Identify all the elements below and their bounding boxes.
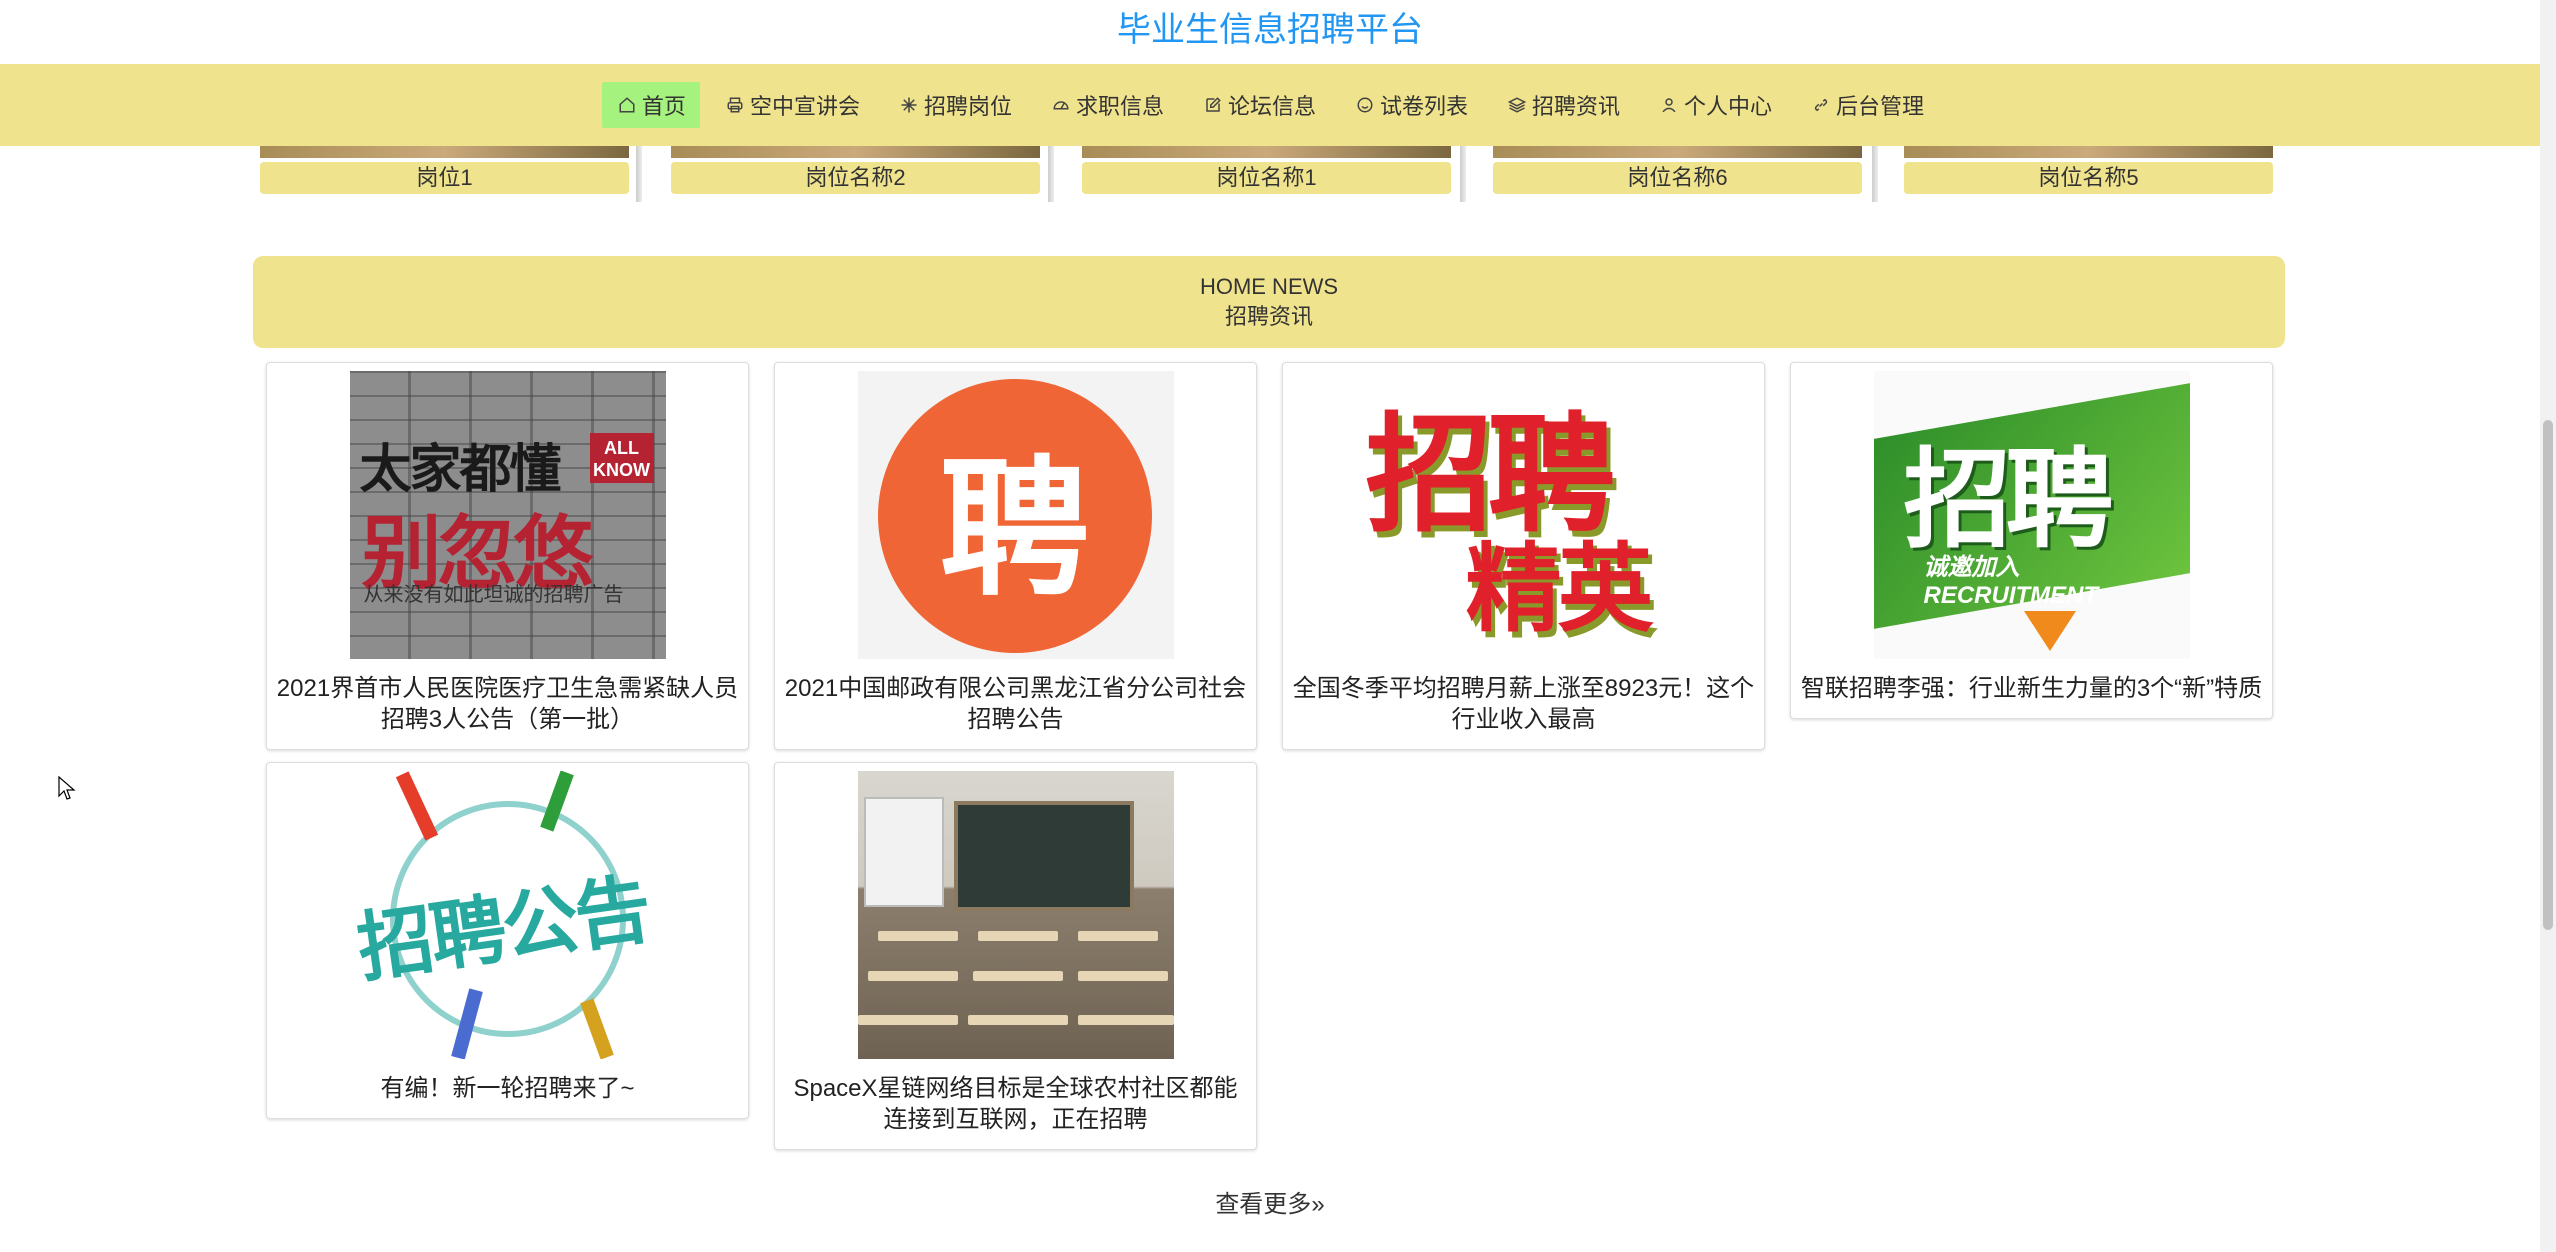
job-card[interactable]: 岗位名称6 <box>1493 146 1862 202</box>
view-more-label: 查看更多 <box>1215 1191 1312 1218</box>
news-card[interactable]: 太家都懂 ALL KNOW 别忽悠 从来没有如此坦诚的招聘广告 2021界首市人… <box>266 362 749 750</box>
site-title: 毕业生信息招聘平台 <box>1117 11 1423 49</box>
image-text: 精英 <box>1465 533 1654 645</box>
layers-icon <box>1506 94 1528 116</box>
news-title: 2021中国邮政有限公司黑龙江省分公司社会招聘公告 <box>784 675 1247 733</box>
image-text: 诚邀加入 RECRUITMENT <box>1923 554 2099 609</box>
job-thumbnail <box>1082 146 1451 158</box>
desk <box>867 971 958 981</box>
chalkboard <box>953 801 1134 911</box>
job-label: 岗位名称6 <box>1493 162 1862 194</box>
nav-item-jobs[interactable]: 招聘岗位 <box>884 82 1026 128</box>
home-icon <box>616 94 638 116</box>
news-grid: 太家都懂 ALL KNOW 别忽悠 从来没有如此坦诚的招聘广告 2021界首市人… <box>266 362 2276 1150</box>
image-text: ALL KNOW <box>589 433 654 483</box>
news-card[interactable]: SpaceX星链网络目标是全球农村社区都能连接到互联网，正在招聘 <box>774 762 1257 1150</box>
nav-item-air-talk[interactable]: 空中宣讲会 <box>710 82 874 128</box>
nav-item-news[interactable]: 招聘资讯 <box>1492 82 1634 128</box>
page-scrollbar[interactable] <box>2540 0 2556 1252</box>
view-more-link[interactable]: 查看更多» <box>0 1184 2540 1219</box>
mouse-cursor-icon <box>58 776 76 800</box>
scrollbar-thumb[interactable] <box>2543 420 2553 930</box>
gauge-icon <box>1050 94 1072 116</box>
job-card[interactable]: 岗位名称1 <box>1082 146 1451 202</box>
news-card[interactable]: 招聘 精英 全国冬季平均招聘月薪上涨至8923元！这个行业收入最高 <box>1282 362 1765 750</box>
news-image: 招聘公告 <box>349 771 666 1059</box>
snowflake-icon <box>898 94 920 116</box>
nav-item-home[interactable]: 首页 <box>601 82 700 128</box>
desk <box>967 1015 1068 1025</box>
smile-icon <box>1354 94 1376 116</box>
nav-item-admin[interactable]: 后台管理 <box>1796 82 1938 128</box>
nav-item-job-seeking[interactable]: 求职信息 <box>1036 82 1178 128</box>
carousel-divider <box>1048 146 1054 202</box>
job-thumbnail <box>671 146 1040 158</box>
nav-item-label: 空中宣讲会 <box>749 94 860 119</box>
job-label: 岗位1 <box>260 162 629 194</box>
image-triangle <box>2023 611 2076 651</box>
nav-item-forum[interactable]: 论坛信息 <box>1188 82 1330 128</box>
job-label: 岗位名称2 <box>671 162 1040 194</box>
news-image <box>857 771 1174 1059</box>
image-text: 招聘 <box>1903 438 2114 563</box>
news-title: 智联招聘李强：行业新生力量的3个“新”特质 <box>1800 675 2263 702</box>
nav-item-label: 首页 <box>641 94 686 119</box>
desk <box>977 931 1058 941</box>
news-card[interactable]: 招聘公告 有编！新一轮招聘来了~ <box>266 762 749 1119</box>
link-icon <box>1810 94 1832 116</box>
pencil <box>579 998 614 1059</box>
nav-item-label: 个人中心 <box>1684 94 1773 119</box>
news-card[interactable]: 聘 2021中国邮政有限公司黑龙江省分公司社会招聘公告 <box>774 362 1257 750</box>
user-icon <box>1658 94 1680 116</box>
job-card[interactable]: 岗位1 <box>260 146 629 202</box>
desk <box>1077 1015 1174 1025</box>
page: 毕业生信息招聘平台 岗位1 岗位名称2 岗位名称1 岗位名称6 岗位名称5 首页… <box>0 0 2556 1252</box>
job-thumbnail <box>1493 146 1862 158</box>
print-icon <box>724 94 746 116</box>
image-text: 聘 <box>877 379 1152 653</box>
desk <box>1077 931 1158 941</box>
news-title: SpaceX星链网络目标是全球农村社区都能连接到互联网，正在招聘 <box>793 1075 1238 1133</box>
nav-item-label: 试卷列表 <box>1380 94 1469 119</box>
desk <box>972 971 1063 981</box>
nav-item-label: 求职信息 <box>1075 94 1164 119</box>
news-image: 招聘 精英 <box>1365 371 1682 659</box>
image-text: 从来没有如此坦诚的招聘广告 <box>363 584 624 606</box>
double-chevron-right-icon: » <box>1311 1191 1325 1218</box>
job-thumbnail <box>260 146 629 158</box>
main-nav: 首页 空中宣讲会 招聘岗位 求职信息 论坛信息 试卷列表 招聘资讯 个人中心 后… <box>0 64 2540 146</box>
news-title: 有编！新一轮招聘来了~ <box>380 1075 635 1102</box>
news-card[interactable]: 招聘 诚邀加入 RECRUITMENT 智联招聘李强：行业新生力量的3个“新”特… <box>1790 362 2273 719</box>
news-section-header: HOME NEWS 招聘资讯 <box>253 256 2285 348</box>
news-image: 聘 <box>857 371 1174 659</box>
job-label: 岗位名称1 <box>1082 162 1451 194</box>
news-image: 太家都懂 ALL KNOW 别忽悠 从来没有如此坦诚的招聘广告 <box>349 371 666 659</box>
carousel-divider <box>1872 146 1878 202</box>
nav-item-label: 招聘岗位 <box>923 94 1012 119</box>
news-title: 2021界首市人民医院医疗卫生急需紧缺人员招聘3人公告（第一批） <box>276 675 739 733</box>
nav-item-label: 论坛信息 <box>1227 94 1316 119</box>
desk <box>857 1015 958 1025</box>
job-thumbnail <box>1904 146 2273 158</box>
carousel-divider <box>636 146 642 202</box>
job-carousel: 岗位1 岗位名称2 岗位名称1 岗位名称6 岗位名称5 <box>260 146 2284 202</box>
projector-screen <box>863 797 944 907</box>
job-label: 岗位名称5 <box>1904 162 2273 194</box>
job-card[interactable]: 岗位名称2 <box>671 146 1040 202</box>
nav-item-exams[interactable]: 试卷列表 <box>1340 82 1482 128</box>
nav-item-label: 招聘资讯 <box>1532 94 1621 119</box>
news-image: 招聘 诚邀加入 RECRUITMENT <box>1873 371 2190 659</box>
desk <box>1077 971 1168 981</box>
news-heading-en: HOME NEWS <box>1199 274 1339 299</box>
nav-item-label: 后台管理 <box>1836 94 1925 119</box>
news-heading-zh: 招聘资讯 <box>1224 304 1313 329</box>
news-title: 全国冬季平均招聘月薪上涨至8923元！这个行业收入最高 <box>1292 675 1755 733</box>
edit-icon <box>1202 94 1224 116</box>
pencil <box>395 771 438 841</box>
desk <box>877 931 958 941</box>
carousel-divider <box>1460 146 1466 202</box>
job-card[interactable]: 岗位名称5 <box>1904 146 2273 202</box>
nav-item-profile[interactable]: 个人中心 <box>1644 82 1786 128</box>
